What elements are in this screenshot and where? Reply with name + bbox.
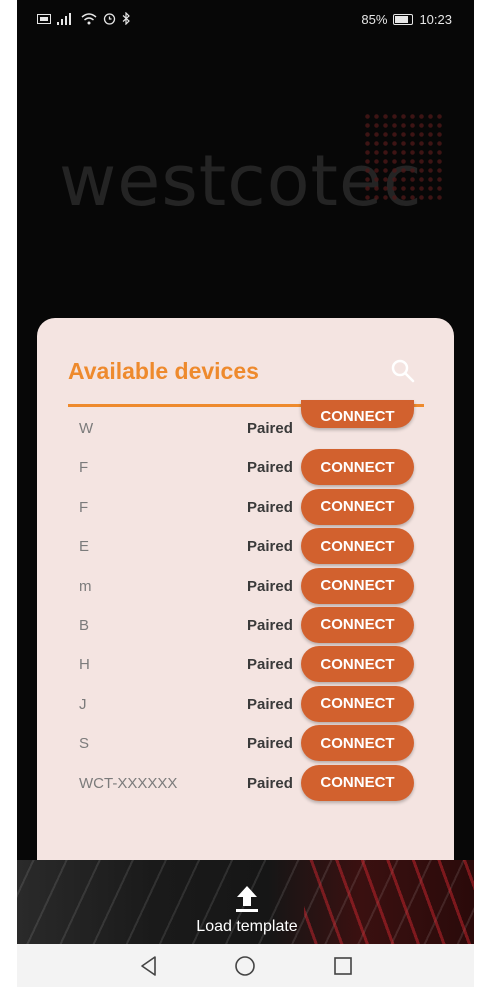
battery-percent: 85%: [361, 12, 388, 27]
connect-button[interactable]: CONNECT: [301, 567, 414, 604]
dialog-title: Available devices: [68, 358, 259, 384]
wifi-icon: [81, 12, 97, 24]
home-circle-icon[interactable]: [231, 952, 259, 980]
available-devices-dialog: Available devices W Paired CONNECT F Pai…: [37, 318, 454, 868]
device-row: S Paired CONNECT: [37, 723, 454, 762]
device-name: m: [79, 577, 92, 595]
load-template-label: Load template: [196, 918, 298, 935]
connect-button[interactable]: CONNECT: [301, 764, 414, 801]
sim-card-icon: [37, 13, 51, 24]
device-status: Paired: [247, 577, 293, 595]
connect-button[interactable]: CONNECT: [301, 488, 414, 525]
connect-button[interactable]: CONNECT: [301, 400, 414, 428]
bluetooth-icon: [122, 12, 130, 25]
connect-button[interactable]: CONNECT: [301, 449, 414, 486]
recents-square-icon[interactable]: [329, 952, 357, 980]
connect-button[interactable]: CONNECT: [301, 528, 414, 565]
device-name: WCT-XXXXXX: [79, 774, 178, 792]
device-row: F Paired CONNECT: [37, 447, 454, 486]
device-row: WCT-XXXXXX Paired CONNECT: [37, 763, 454, 802]
device-status: Paired: [247, 616, 293, 634]
logo-dot-pattern: [363, 112, 445, 202]
device-name: F: [79, 498, 89, 516]
device-name: E: [79, 538, 90, 556]
device-status: Paired: [247, 656, 293, 674]
device-row: H Paired CONNECT: [37, 644, 454, 683]
device-row: F Paired CONNECT: [37, 487, 454, 526]
load-template-button[interactable]: Load template: [167, 880, 327, 942]
device-status: Paired: [247, 459, 293, 477]
system-nav-bar: [17, 944, 474, 987]
device-name: B: [79, 616, 90, 634]
back-triangle-icon[interactable]: [135, 952, 163, 980]
device-row: B Paired CONNECT: [37, 605, 454, 644]
alarm-icon: [103, 13, 116, 25]
connect-button[interactable]: CONNECT: [301, 685, 414, 722]
status-icons-right: 85% 10:23: [361, 12, 452, 27]
connect-button[interactable]: CONNECT: [301, 606, 414, 643]
device-status: Paired: [247, 735, 293, 753]
device-status: Paired: [247, 498, 293, 516]
device-list: W Paired CONNECT F Paired CONNECT F Pair…: [37, 400, 454, 802]
device-status: Paired: [247, 538, 293, 556]
connect-button[interactable]: CONNECT: [301, 646, 414, 683]
device-status: Paired: [247, 774, 293, 792]
device-name: H: [79, 656, 90, 674]
status-icons-left: [37, 12, 131, 25]
device-name: S: [79, 735, 90, 753]
search-icon[interactable]: [390, 358, 416, 384]
device-row: m Paired CONNECT: [37, 566, 454, 605]
device-name: F: [79, 459, 89, 477]
connect-button[interactable]: CONNECT: [301, 725, 414, 762]
device-status: Paired: [247, 420, 293, 437]
device-row: W Paired CONNECT: [37, 400, 454, 447]
clock: 10:23: [419, 12, 452, 27]
device-row: E Paired CONNECT: [37, 526, 454, 565]
app-screen: 85% 10:23 westcotec Available devices W …: [17, 0, 474, 987]
battery-icon: [393, 14, 414, 25]
device-name: J: [79, 695, 87, 713]
status-bar: 85% 10:23: [17, 0, 474, 40]
device-name: W: [79, 420, 94, 437]
signal-bars-icon: [57, 12, 71, 25]
device-row: J Paired CONNECT: [37, 684, 454, 723]
device-status: Paired: [247, 695, 293, 713]
upload-arrow-icon: [236, 886, 258, 912]
